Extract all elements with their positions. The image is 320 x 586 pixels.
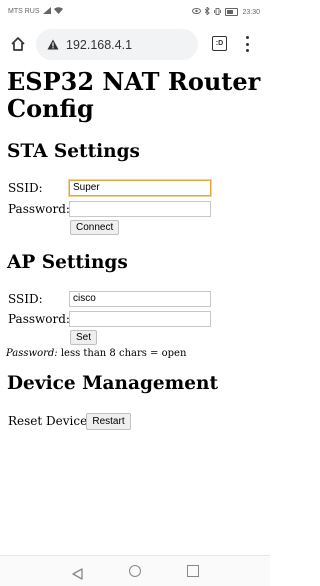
- browser-toolbar: 192.168.4.1 :D: [0, 25, 270, 65]
- sta-ssid-input[interactable]: Super: [69, 180, 211, 196]
- tab-switcher-label: :D: [215, 40, 224, 47]
- browser-menu-button[interactable]: [243, 36, 251, 52]
- connect-button[interactable]: Connect: [70, 220, 119, 235]
- wifi-icon: [53, 7, 63, 16]
- eye-icon: [192, 8, 202, 16]
- home-icon: [11, 37, 25, 51]
- reset-device-label: Reset Device:: [8, 414, 92, 428]
- password-hint: Password: less than 8 chars = open: [6, 347, 186, 360]
- tab-switcher-button[interactable]: :D: [212, 36, 227, 51]
- system-navigation-bar: [0, 555, 270, 586]
- restart-button[interactable]: Restart: [86, 413, 131, 430]
- back-triangle-icon: [72, 568, 83, 580]
- sta-ssid-label: SSID:: [8, 181, 43, 195]
- status-bar: MTS RUS 23:30: [0, 0, 270, 22]
- device-management-heading: Device Management: [7, 373, 219, 394]
- set-button[interactable]: Set: [70, 330, 97, 345]
- home-nav-button[interactable]: [129, 565, 141, 577]
- clock-time: 23:30: [242, 8, 260, 16]
- sta-password-label: Password:: [8, 202, 70, 216]
- signal-icon: [42, 7, 51, 16]
- ap-ssid-label: SSID:: [8, 292, 43, 306]
- recents-nav-button[interactable]: [187, 565, 199, 577]
- ap-password-label: Password:: [8, 312, 70, 326]
- home-button[interactable]: [8, 34, 28, 54]
- address-bar[interactable]: 192.168.4.1: [36, 29, 198, 60]
- back-nav-button[interactable]: [72, 565, 83, 584]
- ap-ssid-input[interactable]: cisco: [69, 291, 211, 307]
- ap-settings-heading: AP Settings: [7, 252, 128, 273]
- sta-settings-heading: STA Settings: [7, 141, 140, 162]
- bluetooth-icon: [205, 5, 211, 17]
- carrier-name: MTS RUS: [8, 8, 40, 15]
- ap-password-input[interactable]: [69, 311, 211, 327]
- not-secure-warning-icon[interactable]: [47, 39, 59, 50]
- password-hint-text: less than 8 chars = open: [60, 348, 187, 359]
- vibrate-icon: [214, 7, 222, 17]
- battery-icon: [225, 8, 239, 16]
- sta-password-input[interactable]: [69, 201, 211, 217]
- password-hint-label: Password:: [6, 348, 58, 359]
- page-title: ESP32 NAT Router Config: [7, 67, 261, 123]
- url-text: 192.168.4.1: [66, 37, 133, 52]
